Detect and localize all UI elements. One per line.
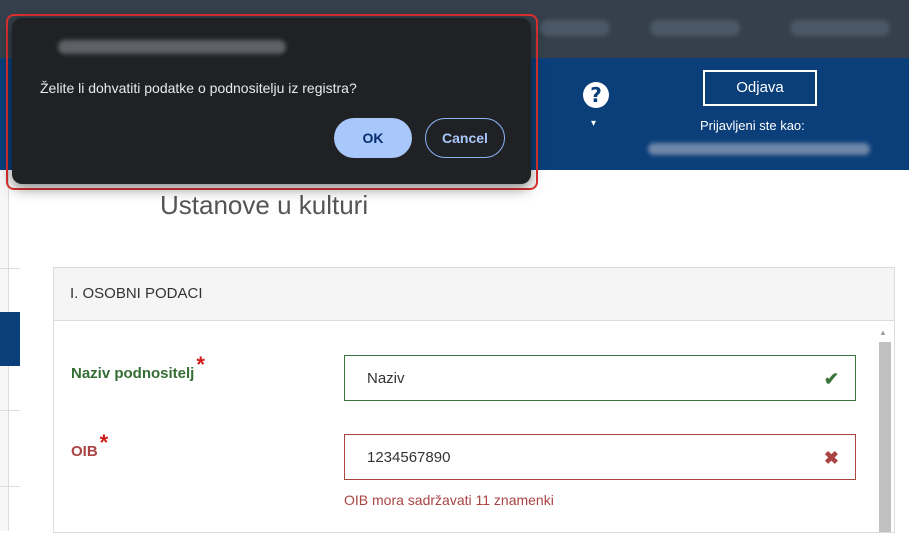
- chevron-down-icon[interactable]: ▾: [591, 118, 596, 129]
- sidebar-divider: [0, 486, 20, 487]
- naziv-input[interactable]: Naziv ✔: [344, 355, 856, 401]
- help-icon[interactable]: ?: [583, 82, 609, 108]
- logged-in-user-redacted: [648, 143, 870, 155]
- page-subtitle: Ustanove u kulturi: [160, 190, 369, 220]
- sidebar-active-item[interactable]: [0, 312, 20, 366]
- ok-button[interactable]: OK: [334, 118, 412, 158]
- required-star: *: [99, 430, 109, 455]
- naziv-label: Naziv podnositelj*: [71, 352, 205, 384]
- check-icon: ✔: [823, 369, 839, 389]
- scrollbar-thumb[interactable]: [879, 342, 891, 532]
- cancel-button[interactable]: Cancel: [425, 118, 505, 158]
- logged-in-label: Prijavljeni ste kao:: [700, 118, 805, 133]
- naziv-label-text: Naziv podnositelj: [71, 365, 195, 382]
- sidebar-divider: [0, 410, 20, 411]
- section-title: I. OSOBNI PODACI: [54, 268, 894, 321]
- blurred-tab: [650, 20, 740, 36]
- scroll-up-icon[interactable]: ▲: [879, 328, 887, 337]
- oib-input[interactable]: 1234567890 ✖: [344, 434, 856, 480]
- naziv-input-value[interactable]: Naziv: [367, 370, 405, 387]
- blurred-tab: [790, 20, 890, 36]
- scrollbar[interactable]: ▲: [877, 328, 891, 533]
- logout-button[interactable]: Odjava: [703, 70, 817, 106]
- blurred-tab: [540, 20, 610, 36]
- oib-input-value[interactable]: 1234567890: [367, 449, 450, 466]
- sidebar-divider: [0, 268, 20, 269]
- required-star: *: [196, 352, 205, 377]
- oib-error-message: OIB mora sadržavati 11 znamenki: [344, 492, 554, 508]
- oib-label: OIB*: [71, 430, 108, 462]
- dialog-message: Želite li dohvatiti podatke o podnositel…: [40, 80, 357, 96]
- error-x-icon: ✖: [823, 448, 839, 468]
- oib-label-text: OIB: [71, 443, 98, 460]
- confirm-dialog: Želite li dohvatiti podatke o podnositel…: [12, 18, 531, 184]
- dialog-origin-redacted: [58, 40, 286, 54]
